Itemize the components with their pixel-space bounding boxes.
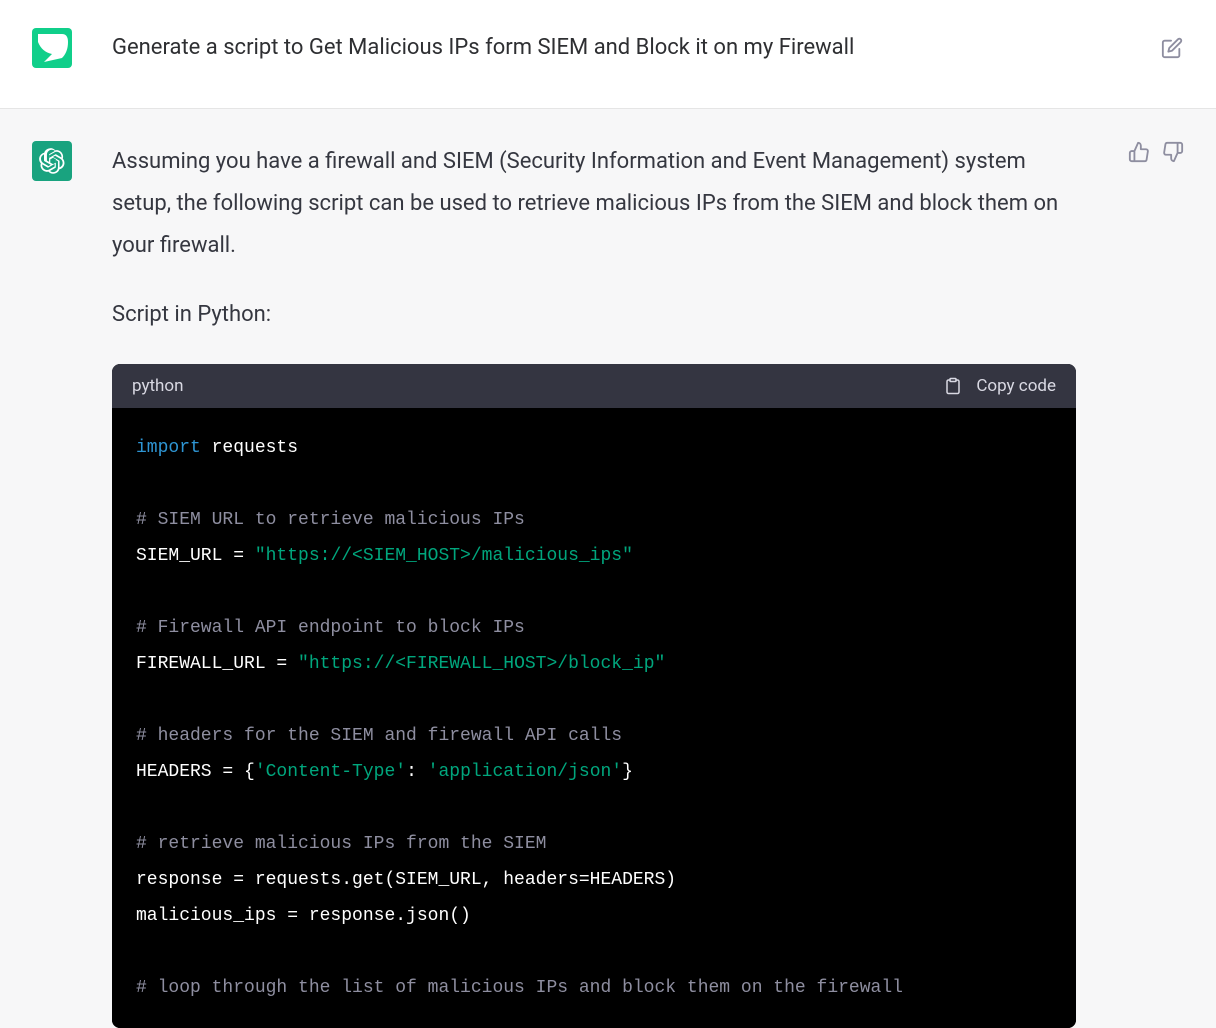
code-token-comment: # Firewall API endpoint to block IPs xyxy=(136,618,525,638)
thumbs-down-button[interactable] xyxy=(1162,141,1184,163)
assistant-actions xyxy=(1128,141,1184,163)
edit-icon xyxy=(1161,37,1183,59)
thumbs-down-icon xyxy=(1162,141,1184,163)
code-header: python Copy code xyxy=(112,364,1076,408)
edit-button[interactable] xyxy=(1160,36,1184,60)
code-token-comment: # SIEM URL to retrieve malicious IPs xyxy=(136,510,525,530)
user-avatar-icon xyxy=(32,28,72,68)
assistant-intro-text: Assuming you have a firewall and SIEM (S… xyxy=(112,141,1076,266)
code-language-label: python xyxy=(132,376,184,396)
copy-code-label: Copy code xyxy=(976,376,1056,396)
clipboard-icon xyxy=(944,377,962,395)
code-token-comment: # loop through the list of malicious IPs… xyxy=(136,978,903,998)
code-block: python Copy code import requests # SIEM … xyxy=(112,364,1076,1028)
code-token: SIEM_URL = xyxy=(136,546,255,566)
assistant-inner: Assuming you have a firewall and SIEM (S… xyxy=(32,141,1184,1028)
assistant-script-label: Script in Python: xyxy=(112,294,1076,336)
openai-icon xyxy=(39,148,65,174)
code-token: response = requests.get(SIEM_URL, header… xyxy=(136,870,676,890)
code-token-comment: # headers for the SIEM and firewall API … xyxy=(136,726,622,746)
code-token-string: 'application/json' xyxy=(428,762,622,782)
code-token: HEADERS = { xyxy=(136,762,255,782)
copy-code-button[interactable]: Copy code xyxy=(944,376,1056,396)
code-token: } xyxy=(622,762,633,782)
user-prompt-text: Generate a script to Get Malicious IPs f… xyxy=(112,32,1120,64)
code-token-comment: # retrieve malicious IPs from the SIEM xyxy=(136,834,546,854)
code-token: : xyxy=(406,762,428,782)
user-message-row: Generate a script to Get Malicious IPs f… xyxy=(0,0,1216,109)
code-body: import requests # SIEM URL to retrieve m… xyxy=(112,408,1076,1028)
code-token: FIREWALL_URL = xyxy=(136,654,298,674)
code-token-string: "https://<FIREWALL_HOST>/block_ip" xyxy=(298,654,665,674)
assistant-avatar xyxy=(32,141,72,181)
code-token: requests xyxy=(201,438,298,458)
code-token-string: 'Content-Type' xyxy=(255,762,406,782)
code-token: malicious_ips = response.json() xyxy=(136,906,471,926)
user-inner: Generate a script to Get Malicious IPs f… xyxy=(32,28,1184,68)
user-avatar xyxy=(32,28,72,68)
code-token-string: "https://<SIEM_HOST>/malicious_ips" xyxy=(255,546,633,566)
thumbs-up-button[interactable] xyxy=(1128,141,1150,163)
assistant-content: Assuming you have a firewall and SIEM (S… xyxy=(112,141,1076,1028)
assistant-message-row: Assuming you have a firewall and SIEM (S… xyxy=(0,109,1216,1028)
thumbs-up-icon xyxy=(1128,141,1150,163)
code-token-keyword: import xyxy=(136,438,201,458)
